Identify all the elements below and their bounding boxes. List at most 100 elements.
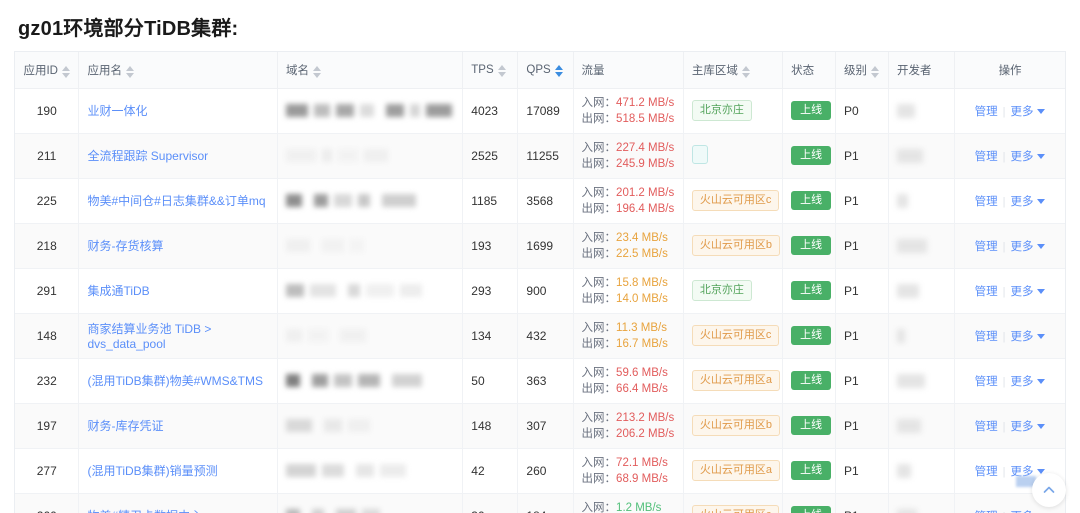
column-header-region[interactable]: 主库区域 bbox=[683, 52, 784, 89]
traffic-out-label: 出网： bbox=[581, 157, 617, 170]
redacted-block bbox=[896, 148, 946, 163]
traffic-in-value: 201.2 MB/s bbox=[616, 186, 675, 199]
app-name-link[interactable]: 物美#精卫卡数据中心 bbox=[87, 509, 202, 513]
app-page: gz01环境部分TiDB集群: 应用ID 应用名 域名 TPS QPS 流量 主… bbox=[0, 0, 1080, 513]
chevron-down-icon[interactable] bbox=[1037, 333, 1046, 339]
column-header-app-id[interactable]: 应用ID bbox=[15, 52, 80, 89]
cell-tps: 193 bbox=[462, 223, 519, 269]
traffic-inbound: 入网：471.2 MB/s bbox=[582, 95, 675, 111]
cell-app-name: 集成通TiDB bbox=[78, 268, 278, 314]
traffic-out-value: 245.9 MB/s bbox=[616, 157, 675, 170]
redacted-block bbox=[285, 509, 454, 513]
more-link[interactable]: 更多 bbox=[1010, 421, 1033, 433]
cell-app-id[interactable]: 225 bbox=[15, 178, 80, 224]
more-link[interactable]: 更多 bbox=[1010, 196, 1033, 208]
chevron-down-icon[interactable] bbox=[1037, 243, 1046, 249]
more-link[interactable]: 更多 bbox=[1010, 331, 1033, 343]
table-row[interactable]: 218 财务-存货核算 193 1699 入网：23.4 MB/s 出网：22.5 MB/… bbox=[15, 223, 1065, 269]
table-row[interactable]: 211 全流程跟踪 Supervisor 2525 11255 入网：227.4 MB/… bbox=[15, 133, 1065, 179]
ops-divider: | bbox=[1002, 375, 1006, 388]
chevron-up-icon bbox=[1043, 486, 1055, 493]
sort-icon[interactable] bbox=[871, 65, 880, 78]
redacted-block bbox=[896, 283, 946, 298]
column-header-qps[interactable]: QPS bbox=[517, 52, 574, 89]
table-row[interactable]: 232 (混用TiDB集群)物美#WMS&TMS 50 363 入网：59.6 MB/s… bbox=[15, 358, 1065, 404]
manage-link[interactable]: 管理 bbox=[975, 421, 998, 433]
cell-app-id[interactable]: 232 bbox=[15, 358, 80, 404]
cell-app-id[interactable]: 277 bbox=[15, 448, 80, 494]
table-row[interactable]: 277 (混用TiDB集群)销量预测 42 260 入网：72.1 MB/s 出网：68.… bbox=[15, 448, 1065, 494]
sort-icon[interactable] bbox=[497, 64, 506, 77]
table-row[interactable]: 197 财务-库存凭证 148 307 入网：213.2 MB/s 出网：206.2 MB… bbox=[15, 403, 1065, 449]
chevron-down-icon[interactable] bbox=[1037, 288, 1046, 294]
app-name-link[interactable]: 财务-存货核算 bbox=[87, 239, 163, 253]
chevron-down-icon[interactable] bbox=[1037, 153, 1046, 159]
table-row[interactable]: 225 物美#中间仓#日志集群&&订单mq 1185 3568 入网：201.2 MB/… bbox=[15, 178, 1065, 224]
table-row[interactable]: 260 物美#精卫卡数据中心 30184入网：1.2 MB/s出网：1.2 MB/s… bbox=[15, 493, 1065, 513]
cell-level: P1 bbox=[835, 178, 889, 224]
cell-app-id[interactable]: 197 bbox=[15, 403, 80, 449]
table-row[interactable]: 148 商家结算业务池 TiDB > dvs_data_pool 134 432 入网：… bbox=[15, 313, 1065, 359]
back-to-top-button[interactable] bbox=[1032, 473, 1066, 507]
cell-developer-redacted bbox=[888, 268, 956, 314]
column-header-developer: 开发者 bbox=[888, 52, 956, 89]
cell-region: 北京亦庄 bbox=[683, 268, 784, 314]
traffic-in-label: 入网： bbox=[581, 186, 617, 199]
region-tag: 火山云可用区c bbox=[691, 190, 780, 211]
traffic-in-label: 入网： bbox=[581, 456, 617, 469]
app-name-link[interactable]: 集成通TiDB bbox=[87, 284, 149, 298]
column-header-tps[interactable]: TPS bbox=[462, 52, 519, 89]
ops-divider: | bbox=[1002, 420, 1006, 433]
cell-developer-redacted bbox=[888, 178, 956, 224]
manage-link[interactable]: 管理 bbox=[975, 376, 998, 388]
status-badge: 上线 bbox=[791, 101, 832, 120]
app-name-link[interactable]: 商家结算业务池 TiDB > dvs_data_pool bbox=[87, 322, 211, 351]
manage-link[interactable]: 管理 bbox=[975, 151, 998, 163]
manage-link[interactable]: 管理 bbox=[975, 286, 998, 298]
manage-link[interactable]: 管理 bbox=[975, 466, 998, 478]
table-row[interactable]: 190 业财一体化 4023 17089 入网：471.2 MB/s 出网：518.5 M… bbox=[15, 88, 1065, 134]
chevron-down-icon[interactable] bbox=[1037, 108, 1046, 114]
sort-icon[interactable] bbox=[61, 65, 70, 78]
redacted-block bbox=[285, 104, 454, 117]
column-header-domain[interactable]: 域名 bbox=[277, 52, 464, 89]
more-link[interactable]: 更多 bbox=[1010, 106, 1033, 118]
column-header-app-name[interactable]: 应用名 bbox=[78, 52, 278, 89]
manage-link[interactable]: 管理 bbox=[975, 241, 998, 253]
more-link[interactable]: 更多 bbox=[1010, 241, 1033, 253]
redacted-block bbox=[896, 373, 946, 388]
more-link[interactable]: 更多 bbox=[1010, 151, 1033, 163]
cell-app-id[interactable]: 148 bbox=[15, 313, 80, 359]
traffic-out-label: 出网： bbox=[581, 247, 617, 260]
cell-developer-redacted bbox=[888, 448, 956, 494]
app-name-link[interactable]: 全流程跟踪 Supervisor bbox=[87, 149, 208, 163]
cell-app-id[interactable]: 218 bbox=[15, 223, 80, 269]
app-name-link[interactable]: (混用TiDB集群)物美#WMS&TMS bbox=[87, 374, 263, 388]
column-header-level[interactable]: 级别 bbox=[835, 52, 889, 89]
cell-app-id[interactable]: 190 bbox=[15, 88, 80, 134]
chevron-down-icon[interactable] bbox=[1037, 198, 1046, 204]
manage-link[interactable]: 管理 bbox=[975, 106, 998, 118]
table-row[interactable]: 291 集成通TiDB 293 900 入网：15.8 MB/s 出网：14.0 MB/s… bbox=[15, 268, 1065, 314]
sort-icon[interactable] bbox=[741, 65, 750, 78]
chevron-down-icon[interactable] bbox=[1037, 423, 1046, 429]
sort-icon[interactable] bbox=[312, 65, 321, 78]
sort-icon[interactable] bbox=[125, 65, 134, 78]
cell-level: P1 bbox=[835, 268, 889, 314]
manage-link[interactable]: 管理 bbox=[975, 331, 998, 343]
manage-link[interactable]: 管理 bbox=[975, 196, 998, 208]
app-name-link[interactable]: (混用TiDB集群)销量预测 bbox=[87, 464, 217, 478]
sort-icon[interactable] bbox=[554, 64, 563, 77]
traffic-out-value: 68.9 MB/s bbox=[616, 472, 668, 485]
cell-app-id[interactable]: 291 bbox=[15, 268, 80, 314]
app-name-link[interactable]: 财务-库存凭证 bbox=[87, 419, 163, 433]
cell-app-id[interactable]: 260 bbox=[15, 493, 80, 513]
chevron-down-icon[interactable] bbox=[1037, 378, 1046, 384]
app-name-link[interactable]: 物美#中间仓#日志集群&&订单mq bbox=[87, 194, 265, 208]
more-link[interactable]: 更多 bbox=[1010, 376, 1033, 388]
traffic-in-value: 11.3 MB/s bbox=[616, 321, 667, 334]
cell-domain-redacted bbox=[277, 268, 464, 314]
cell-app-id[interactable]: 211 bbox=[15, 133, 80, 179]
app-name-link[interactable]: 业财一体化 bbox=[87, 104, 147, 118]
more-link[interactable]: 更多 bbox=[1010, 286, 1033, 298]
